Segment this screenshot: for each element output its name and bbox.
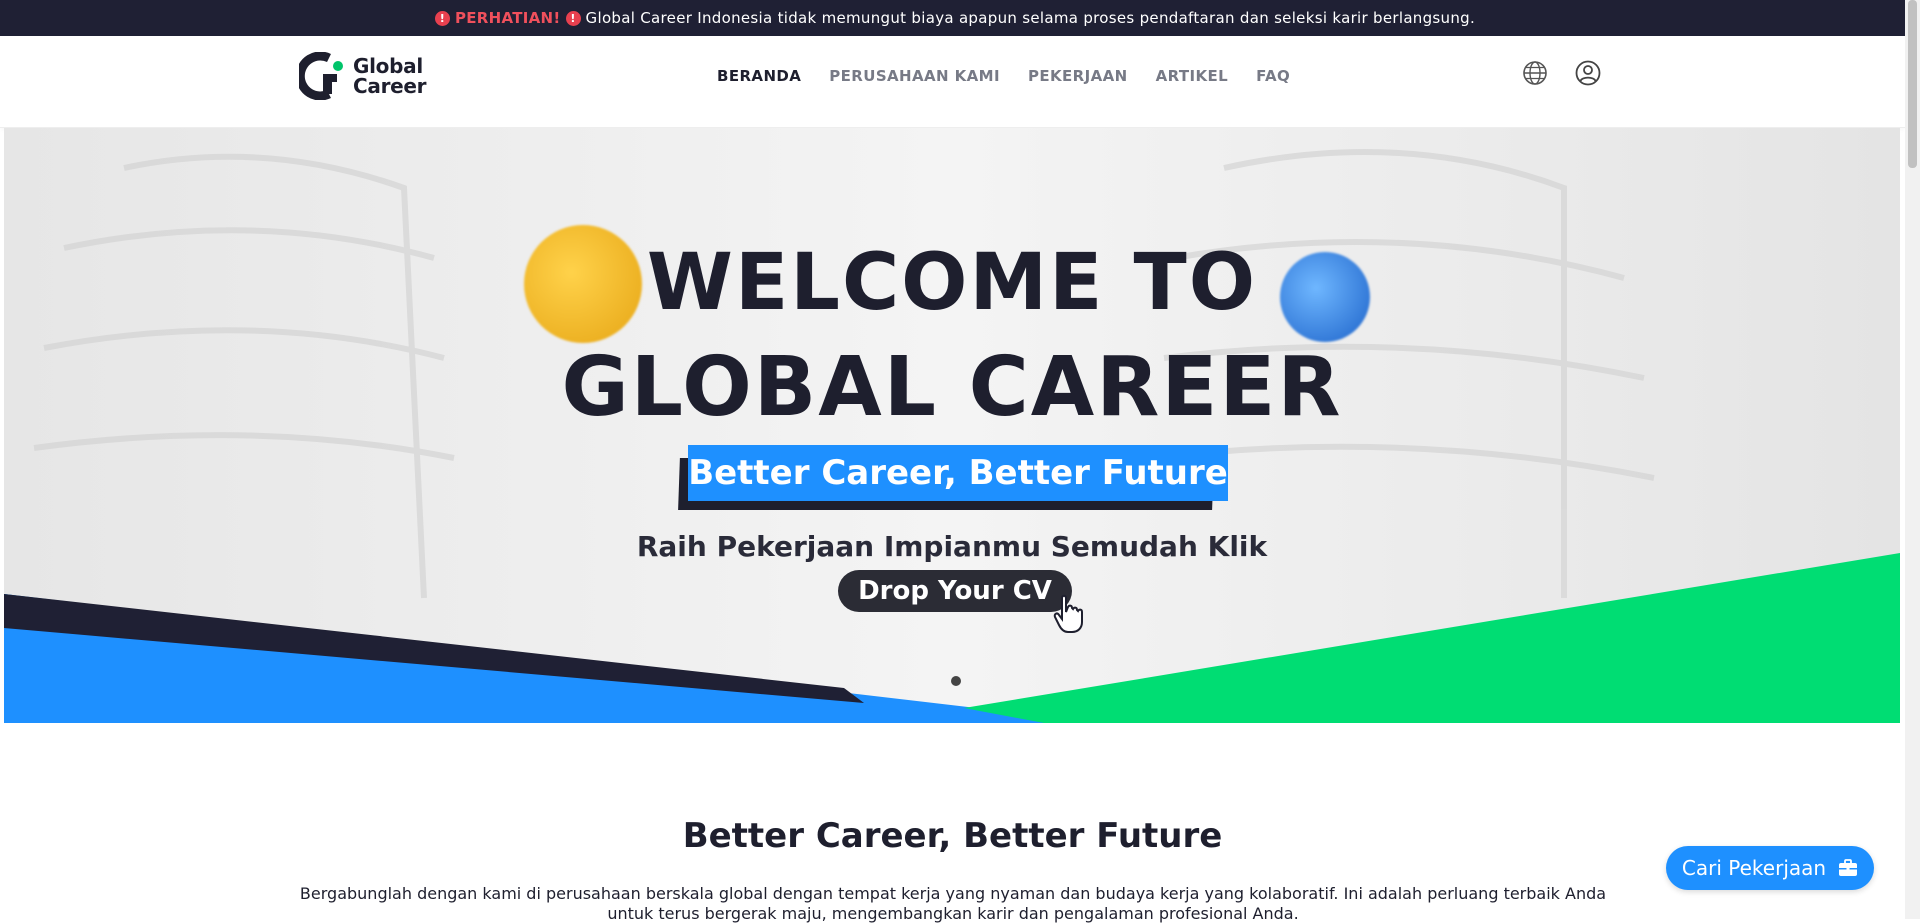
- site-logo[interactable]: Global Career: [299, 52, 427, 100]
- main-nav: BERANDA PERUSAHAAN KAMI PEKERJAAN ARTIKE…: [717, 67, 1290, 85]
- hero-title-line2: GLOBAL CAREER: [561, 340, 1343, 435]
- notice-warning-label: PERHATIAN!: [454, 9, 561, 27]
- user-account-icon[interactable]: [1575, 60, 1601, 86]
- site-header: Global Career BERANDA PERUSAHAAN KAMI PE…: [0, 36, 1905, 128]
- logo-text: Global Career: [353, 54, 427, 98]
- alert-icon: !: [565, 10, 581, 26]
- about-title: Better Career, Better Future: [682, 816, 1223, 856]
- carousel-indicator-dot[interactable]: [951, 676, 961, 686]
- logo-line1: Global: [353, 54, 423, 78]
- briefcase-icon: [1839, 859, 1858, 876]
- hero-subtitle: Raih Pekerjaan Impianmu Semudah Klik: [636, 530, 1268, 563]
- hero-carousel[interactable]: WELCOME TO GLOBAL CAREER Better Career, …: [4, 128, 1900, 723]
- nav-item-pekerjaan[interactable]: PEKERJAAN: [1028, 67, 1128, 85]
- nav-item-beranda[interactable]: BERANDA: [717, 67, 801, 85]
- hand-pointer-icon: [1053, 594, 1083, 633]
- notice-bar: ! PERHATIAN! ! Global Career Indonesia t…: [0, 0, 1905, 36]
- nav-item-faq[interactable]: FAQ: [1256, 67, 1290, 85]
- nav-item-perusahaan-kami[interactable]: PERUSAHAAN KAMI: [829, 67, 1000, 85]
- find-job-floating-button[interactable]: Cari Pekerjaan: [1666, 846, 1874, 890]
- globe-icon[interactable]: [1522, 60, 1548, 86]
- logo-line2: Career: [353, 74, 427, 98]
- page-scrollbar[interactable]: [1905, 0, 1920, 919]
- notice-message: Global Career Indonesia tidak memungut b…: [585, 9, 1476, 27]
- logo-mark-icon: [299, 52, 343, 100]
- hero-ribbon: Better Career, Better Future: [688, 445, 1228, 501]
- hero-title-line1: WELCOME TO: [646, 238, 1258, 328]
- scrollbar-thumb[interactable]: [1908, 0, 1917, 168]
- about-text: Bergabunglah dengan kami di perusahaan b…: [299, 884, 1607, 923]
- nav-item-artikel[interactable]: ARTIKEL: [1156, 67, 1229, 85]
- drop-cv-button[interactable]: Drop Your CV: [838, 570, 1072, 612]
- find-job-label: Cari Pekerjaan: [1681, 856, 1827, 880]
- alert-icon: !: [434, 10, 450, 26]
